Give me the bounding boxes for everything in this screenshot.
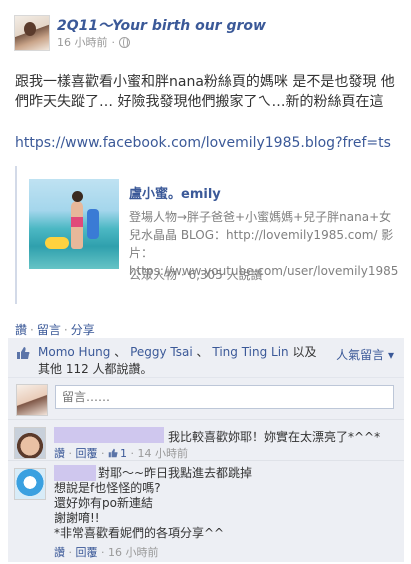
comment-like-link[interactable]: 讚 xyxy=(54,447,65,460)
comment-composer xyxy=(8,380,404,420)
comment-line: 對耶～~昨日我點進去都跳掉 xyxy=(98,466,253,480)
shared-page-stats: 公眾人物 · 6,305 人說讚 xyxy=(129,268,263,282)
comment-text: 對耶～~昨日我點進去都跳掉 想說是f也怪怪的嗎? 還好妳有po新連結 謝謝唷!!… xyxy=(54,466,394,541)
comment-meta: 讚 · 回覆 · 1 · 14 小時前 xyxy=(54,445,188,461)
thumbs-up-icon xyxy=(17,347,30,359)
dot-separator: · xyxy=(68,447,73,460)
likes-summary: Momo Hung 、 Peggy Tsai 、 Ting Ting Lin 以… xyxy=(8,338,404,378)
post-text: 跟我一樣喜歡看小蜜和胖nana粉絲頁的媽咪 是不是也發現 他們昨天失蹤了… 好險… xyxy=(15,74,395,110)
redacted-commenter-name xyxy=(54,427,164,443)
thumbs-up-icon xyxy=(108,448,118,458)
comment-like-link[interactable]: 讚 xyxy=(54,546,65,559)
name-separator: 、 xyxy=(196,345,209,359)
post-action-row: 讚 · 留言 · 分享 xyxy=(15,321,95,338)
post-meta: 16 小時前 · xyxy=(57,34,130,50)
commenter-avatar[interactable] xyxy=(14,427,46,459)
post-link[interactable]: https://www.facebook.com/lovemily1985.bl… xyxy=(15,135,391,151)
comment-input[interactable] xyxy=(55,385,394,409)
commenter-avatar[interactable] xyxy=(14,468,46,500)
post-timestamp[interactable]: 16 小時前 xyxy=(57,34,108,50)
comment-reply-link[interactable]: 回覆 xyxy=(76,546,98,559)
comment-line: 想說是f也怪怪的嗎? xyxy=(54,481,161,495)
comment-timestamp: 14 小時前 xyxy=(137,447,189,460)
feedback-panel: Momo Hung 、 Peggy Tsai 、 Ting Ting Lin 以… xyxy=(8,338,404,562)
comment-reply-link[interactable]: 回覆 xyxy=(76,447,98,460)
globe-icon[interactable] xyxy=(119,36,130,48)
dot-separator: · xyxy=(130,447,135,460)
comment-text: 我比較喜歡妳耶！妳實在太漂亮了*^^* xyxy=(168,430,381,444)
dot-separator: · xyxy=(101,546,105,559)
share-link[interactable]: 分享 xyxy=(71,323,95,337)
viewer-avatar xyxy=(16,384,48,416)
comment-line: 謝謝唷!! xyxy=(54,511,100,525)
liker-name[interactable]: Momo Hung xyxy=(38,345,110,359)
comment-item: 對耶～~昨日我點進去都跳掉 想說是f也怪怪的嗎? 還好妳有po新連結 謝謝唷!!… xyxy=(8,462,404,562)
dot-separator: · xyxy=(30,323,34,337)
comment-line: 還好妳有po新連結 xyxy=(54,496,153,510)
popular-comments-dropdown[interactable]: 人氣留言 ▾ xyxy=(336,346,394,363)
comment-item: 我比較喜歡妳耶！妳實在太漂亮了*^^* 讚 · 回覆 · 1 · 14 小時前 xyxy=(8,421,404,461)
comment-timestamp: 16 小時前 xyxy=(108,546,159,559)
dot-separator: · xyxy=(63,323,68,337)
post-author-name[interactable]: 2Q11～Your birth our grow xyxy=(57,15,266,35)
shared-page-name[interactable]: 盧小蜜。emily xyxy=(129,183,221,202)
comment-like-count[interactable]: 1 xyxy=(120,447,127,460)
dot-separator: · xyxy=(111,35,116,49)
shared-page-card[interactable]: 盧小蜜。emily 登場人物→胖子爸爸+小蜜媽媽+兒子胖nana+女兒水晶晶 B… xyxy=(15,166,399,304)
liker-name[interactable]: Peggy Tsai xyxy=(130,345,193,359)
dot-separator: · xyxy=(68,546,73,559)
comment-line: *非常喜歡看妮們的各項分享^^ xyxy=(54,526,225,540)
shared-page-thumbnail[interactable] xyxy=(29,179,119,269)
name-separator: 、 xyxy=(114,345,127,359)
comment-meta: 讚 · 回覆 · 16 小時前 xyxy=(54,544,159,560)
liker-name[interactable]: Ting Ting Lin xyxy=(212,345,288,359)
dot-separator: · xyxy=(101,447,105,460)
comment-link[interactable]: 留言 xyxy=(37,323,61,337)
like-link[interactable]: 讚 xyxy=(15,323,27,337)
post-author-avatar[interactable] xyxy=(14,15,50,51)
likes-text: Momo Hung 、 Peggy Tsai 、 Ting Ting Lin 以… xyxy=(38,344,328,378)
